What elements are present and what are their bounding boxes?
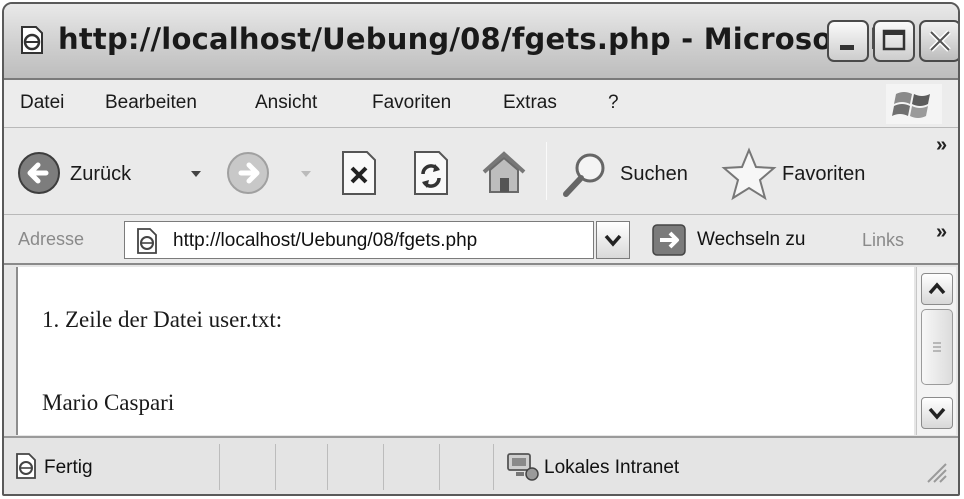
toolbar-overflow-chevron[interactable]: » (936, 134, 947, 157)
address-bar: Adresse http://localhost/Uebung/08/fgets… (4, 215, 958, 265)
status-pane (440, 444, 494, 490)
forward-icon[interactable] (225, 150, 271, 196)
close-button[interactable] (919, 20, 958, 62)
resize-grip-icon[interactable] (922, 458, 948, 484)
grip-lines-icon (933, 342, 941, 352)
maximize-icon (882, 29, 906, 51)
vertical-scrollbar[interactable] (916, 267, 956, 435)
home-icon[interactable] (478, 146, 530, 198)
title-bar: http://localhost/Uebung/08/fgets.php - M… (4, 4, 958, 80)
search-icon[interactable] (558, 148, 612, 202)
status-pane (328, 444, 384, 490)
go-arrow-icon[interactable] (652, 224, 686, 256)
minimize-button[interactable] (827, 20, 869, 62)
close-icon (929, 30, 951, 52)
menu-extras[interactable]: Extras (503, 92, 557, 114)
intranet-zone-icon (507, 453, 539, 481)
go-button[interactable]: Wechseln zu (697, 229, 805, 251)
status-pane-main (4, 444, 220, 490)
links-label[interactable]: Links (862, 230, 904, 251)
menu-file[interactable]: Datei (20, 92, 64, 114)
scroll-thumb[interactable] (921, 309, 953, 385)
back-icon[interactable] (16, 150, 62, 196)
standard-toolbar: Zurück Suchen Favoriten » (4, 128, 958, 215)
address-input[interactable]: http://localhost/Uebung/08/fgets.php (124, 221, 594, 259)
status-pane (220, 444, 276, 490)
chevron-down-icon (928, 407, 946, 420)
back-dropdown-icon[interactable] (190, 169, 202, 179)
content-line-2: Mario Caspari (42, 390, 175, 415)
favorites-label[interactable]: Favoriten (782, 163, 865, 186)
forward-dropdown-icon[interactable] (300, 169, 312, 179)
address-dropdown-button[interactable] (596, 221, 630, 259)
scroll-down-button[interactable] (921, 397, 953, 429)
menu-help[interactable]: ? (608, 92, 619, 114)
menu-view[interactable]: Ansicht (255, 92, 317, 114)
maximize-button[interactable] (873, 20, 915, 62)
address-url: http://localhost/Uebung/08/fgets.php (173, 230, 478, 251)
links-overflow-chevron[interactable]: » (936, 221, 947, 244)
security-zone-label: Lokales Intranet (544, 457, 680, 478)
chevron-down-icon (604, 234, 622, 247)
page-icon (137, 228, 157, 254)
chevron-up-icon (928, 282, 946, 295)
address-label: Adresse (18, 229, 85, 249)
minimize-icon (840, 45, 854, 50)
content-line-1: 1. Zeile der Datei user.txt: (42, 307, 283, 332)
status-pane (276, 444, 328, 490)
back-label[interactable]: Zurück (70, 163, 131, 186)
browser-window: http://localhost/Uebung/08/fgets.php - M… (2, 2, 960, 496)
ie-page-icon (21, 26, 43, 54)
page-content: 1. Zeile der Datei user.txt: Mario Caspa… (16, 267, 914, 435)
menu-edit[interactable]: Bearbeiten (105, 92, 197, 114)
menu-bar: Datei Bearbeiten Ansicht Favoriten Extra… (4, 80, 958, 128)
scroll-up-button[interactable] (921, 273, 953, 305)
windows-logo-icon (886, 84, 942, 124)
menu-favorites[interactable]: Favoriten (372, 92, 451, 114)
status-pane (384, 444, 440, 490)
favorites-star-icon[interactable] (720, 146, 778, 202)
refresh-icon[interactable] (409, 148, 453, 198)
stop-icon[interactable] (337, 148, 381, 198)
toolbar-separator (546, 142, 547, 200)
status-bar: Fertig Lokales Intranet (4, 436, 958, 494)
window-title: http://localhost/Uebung/08/fgets.php - M… (58, 22, 915, 56)
search-label[interactable]: Suchen (620, 163, 688, 186)
